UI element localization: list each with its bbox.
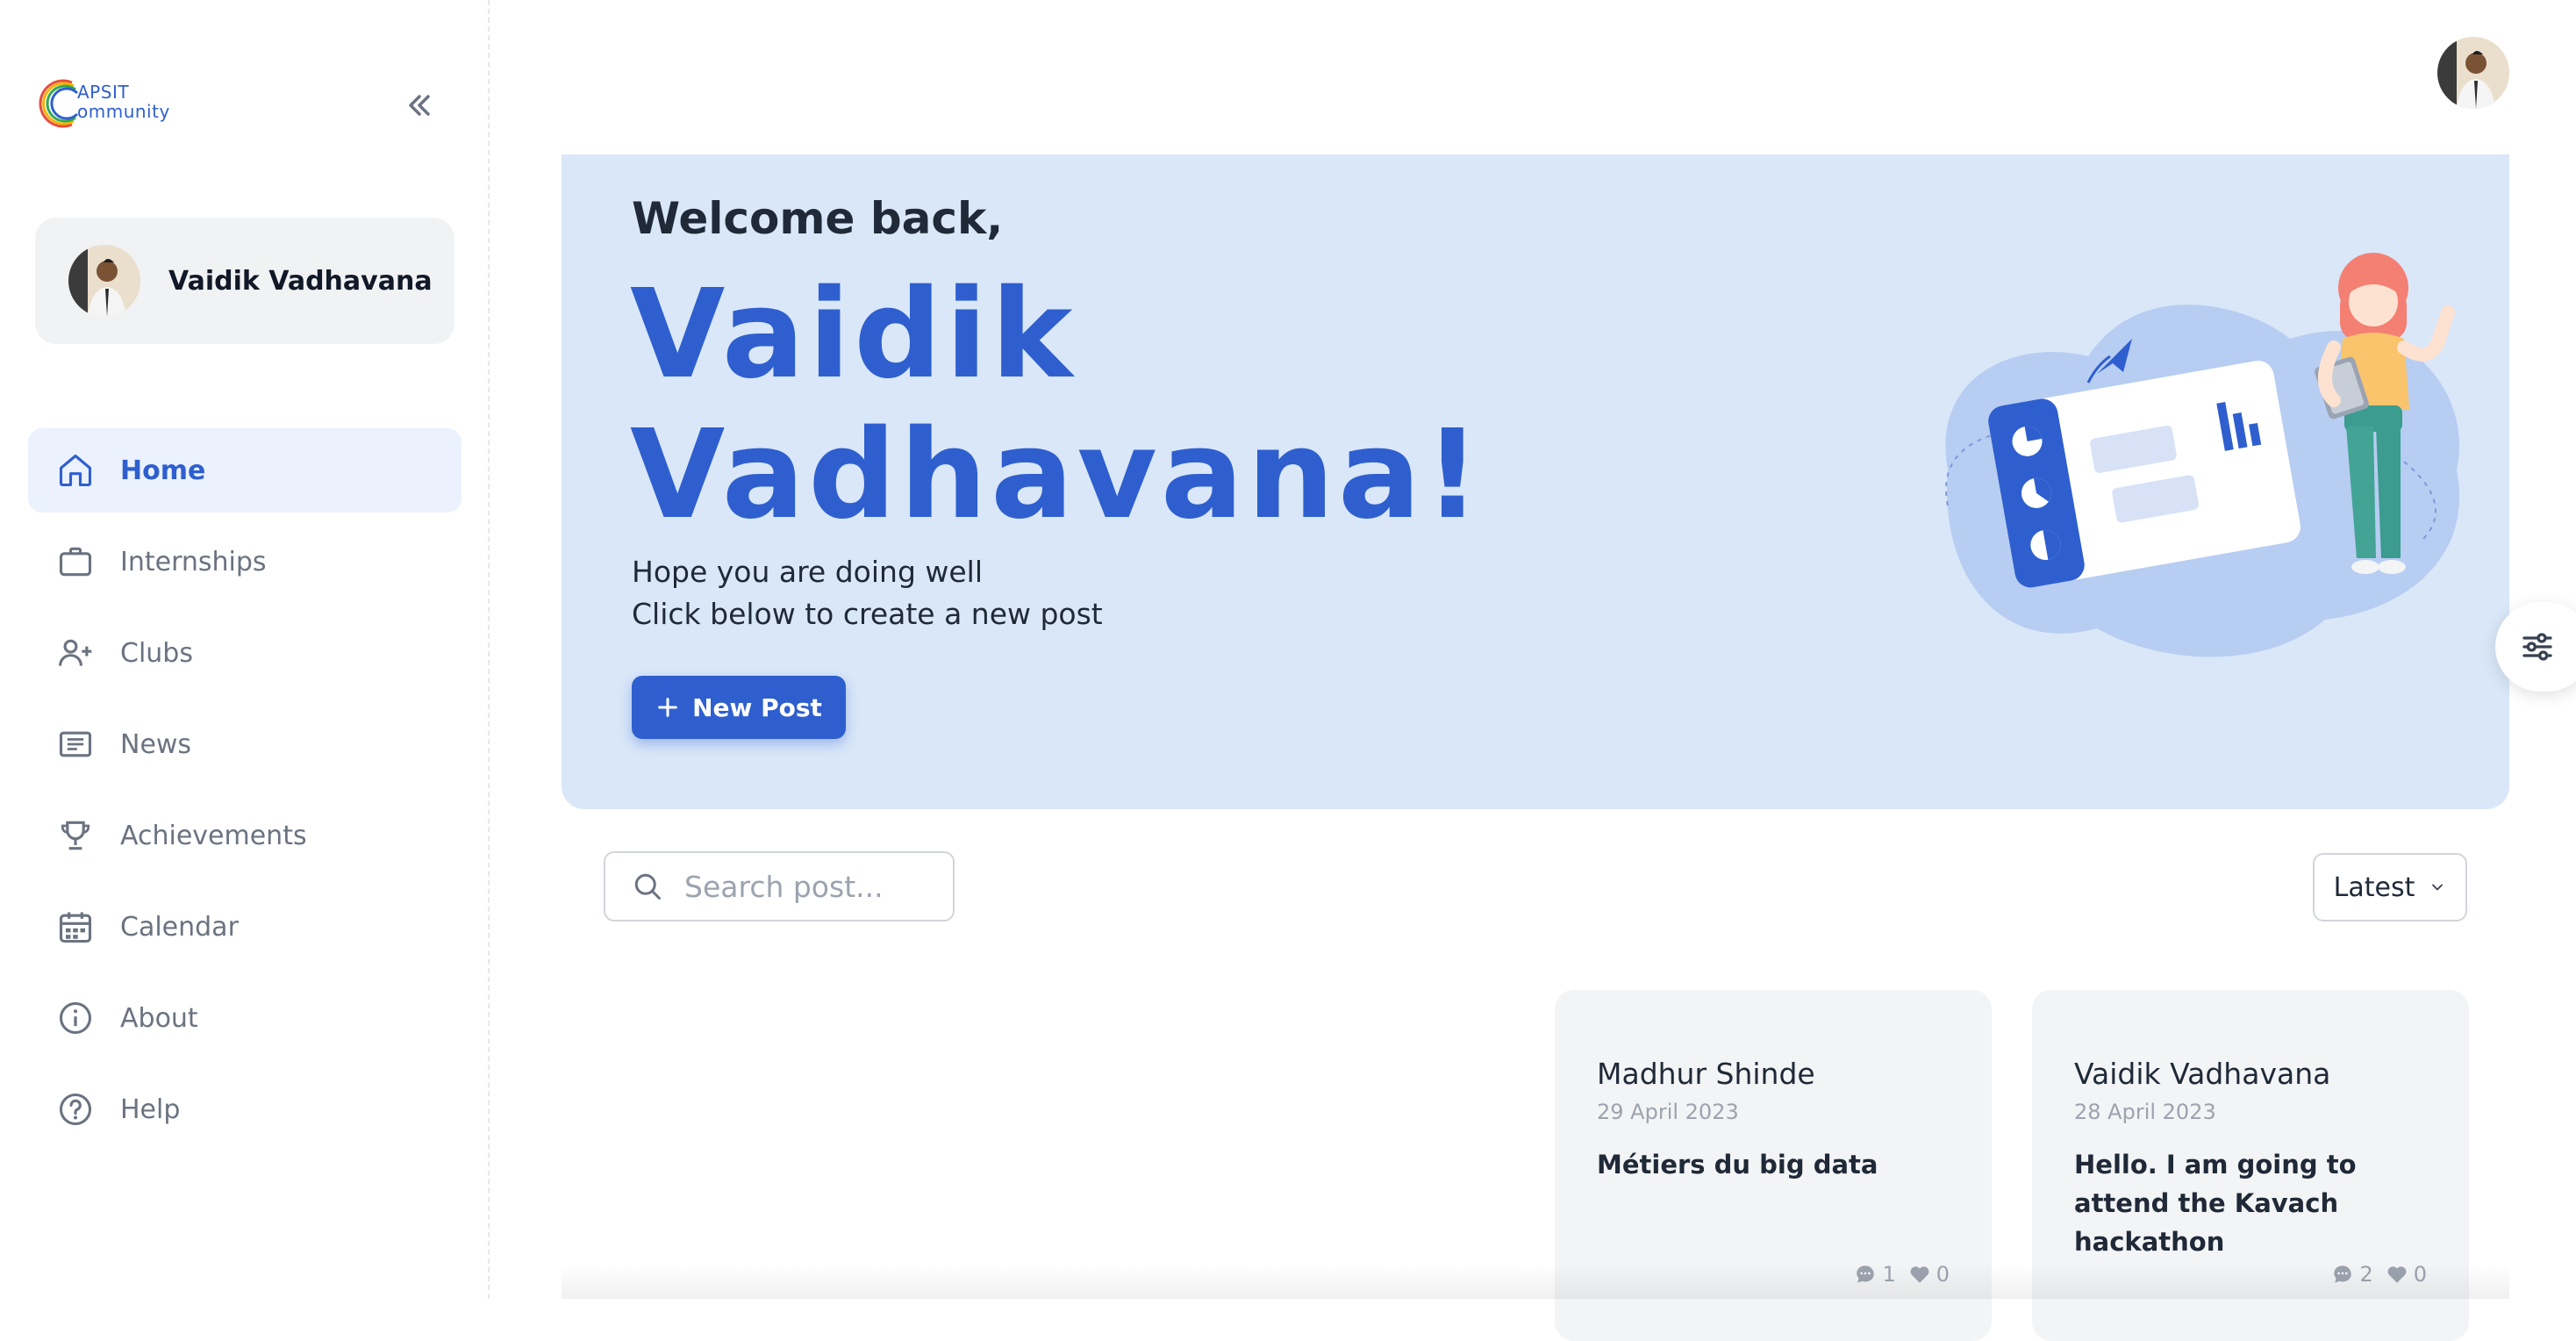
sidebar-item-label: Clubs [120,637,193,669]
sidebar-item-label: News [120,728,192,760]
post-date: 28 April 2023 [2074,1100,2216,1124]
hero-subtitle: Hope you are doing well Click below to c… [632,551,1103,635]
welcome-heading: Welcome back, [632,193,1004,244]
plus-icon [658,698,677,717]
sidebar-item-clubs[interactable]: Clubs [28,611,462,695]
apsit-community-logo[interactable]: APSIT ommunity [33,74,191,133]
logo-line-community: ommunity [77,101,170,122]
users-add-icon [54,632,97,674]
home-icon [54,449,97,491]
sidebar-item-help[interactable]: Help [28,1067,462,1151]
chevron-down-icon [2432,884,2444,891]
welcome-illustration [1945,253,2460,657]
sliders-icon [2522,633,2552,661]
calendar-icon [54,906,97,948]
post-title: Hello. I am going to attend the Kavach h… [2074,1150,2357,1257]
sidebar-item-label: Internships [120,546,267,577]
sidebar-item-label: Help [120,1094,181,1125]
sidebar-item-label: Achievements [120,820,307,851]
profile-card[interactable]: Vaidik Vadhavana [35,218,454,344]
sidebar-item-label: About [120,1002,198,1034]
post-author: Madhur Shinde [1597,1057,1815,1091]
search-icon [634,873,661,900]
user-photo-icon [68,245,140,317]
account-avatar-button[interactable] [2437,37,2509,109]
help-icon [54,1088,97,1130]
main-nav: Home Internships Clubs News Achievements [28,428,462,1158]
sidebar-item-about[interactable]: About [28,976,462,1060]
logo-text: APSIT ommunity [77,82,170,121]
sidebar: APSIT ommunity Vaidik Vadhavana Home Int… [0,0,490,1299]
search-input[interactable] [684,869,948,904]
hero-subtitle-line-1: Hope you are doing well [632,555,984,589]
avatar [68,245,140,317]
user-photo-icon [2437,37,2509,109]
sidebar-item-achievements[interactable]: Achievements [28,793,462,878]
hero-subtitle-line-2: Click below to create a new post [632,597,1103,631]
profile-name: Vaidik Vadhavana [168,265,433,297]
collapse-sidebar-button[interactable] [400,86,439,125]
info-icon [54,997,97,1039]
sidebar-item-label: Calendar [120,911,239,943]
sidebar-item-home[interactable]: Home [28,428,462,513]
search-post-field[interactable] [604,851,955,921]
sort-selected-value: Latest [2333,871,2415,903]
new-post-label: New Post [692,692,822,722]
post-date: 29 April 2023 [1597,1100,1739,1124]
post-title: Métiers du big data [1597,1150,1878,1180]
chevrons-left-icon [409,95,430,116]
post-author: Vaidik Vadhavana [2074,1057,2331,1091]
settings-sliders-button[interactable] [2495,602,2576,692]
trophy-icon [54,814,97,857]
hero-user-name: Vaidik Vadhavana! [630,263,1485,547]
logo-line-apsit: APSIT [77,82,130,103]
sidebar-item-internships[interactable]: Internships [28,520,462,604]
sort-dropdown[interactable]: Latest [2313,853,2467,921]
welcome-banner: Welcome back, Vaidik Vadhavana! Hope you… [562,154,2509,809]
newspaper-icon [54,723,97,765]
sidebar-item-calendar[interactable]: Calendar [28,885,462,969]
new-post-button[interactable]: New Post [632,676,846,739]
briefcase-icon [54,541,97,583]
sidebar-item-news[interactable]: News [28,702,462,786]
scroll-shadow [562,1264,2509,1299]
sidebar-item-label: Home [120,455,206,486]
